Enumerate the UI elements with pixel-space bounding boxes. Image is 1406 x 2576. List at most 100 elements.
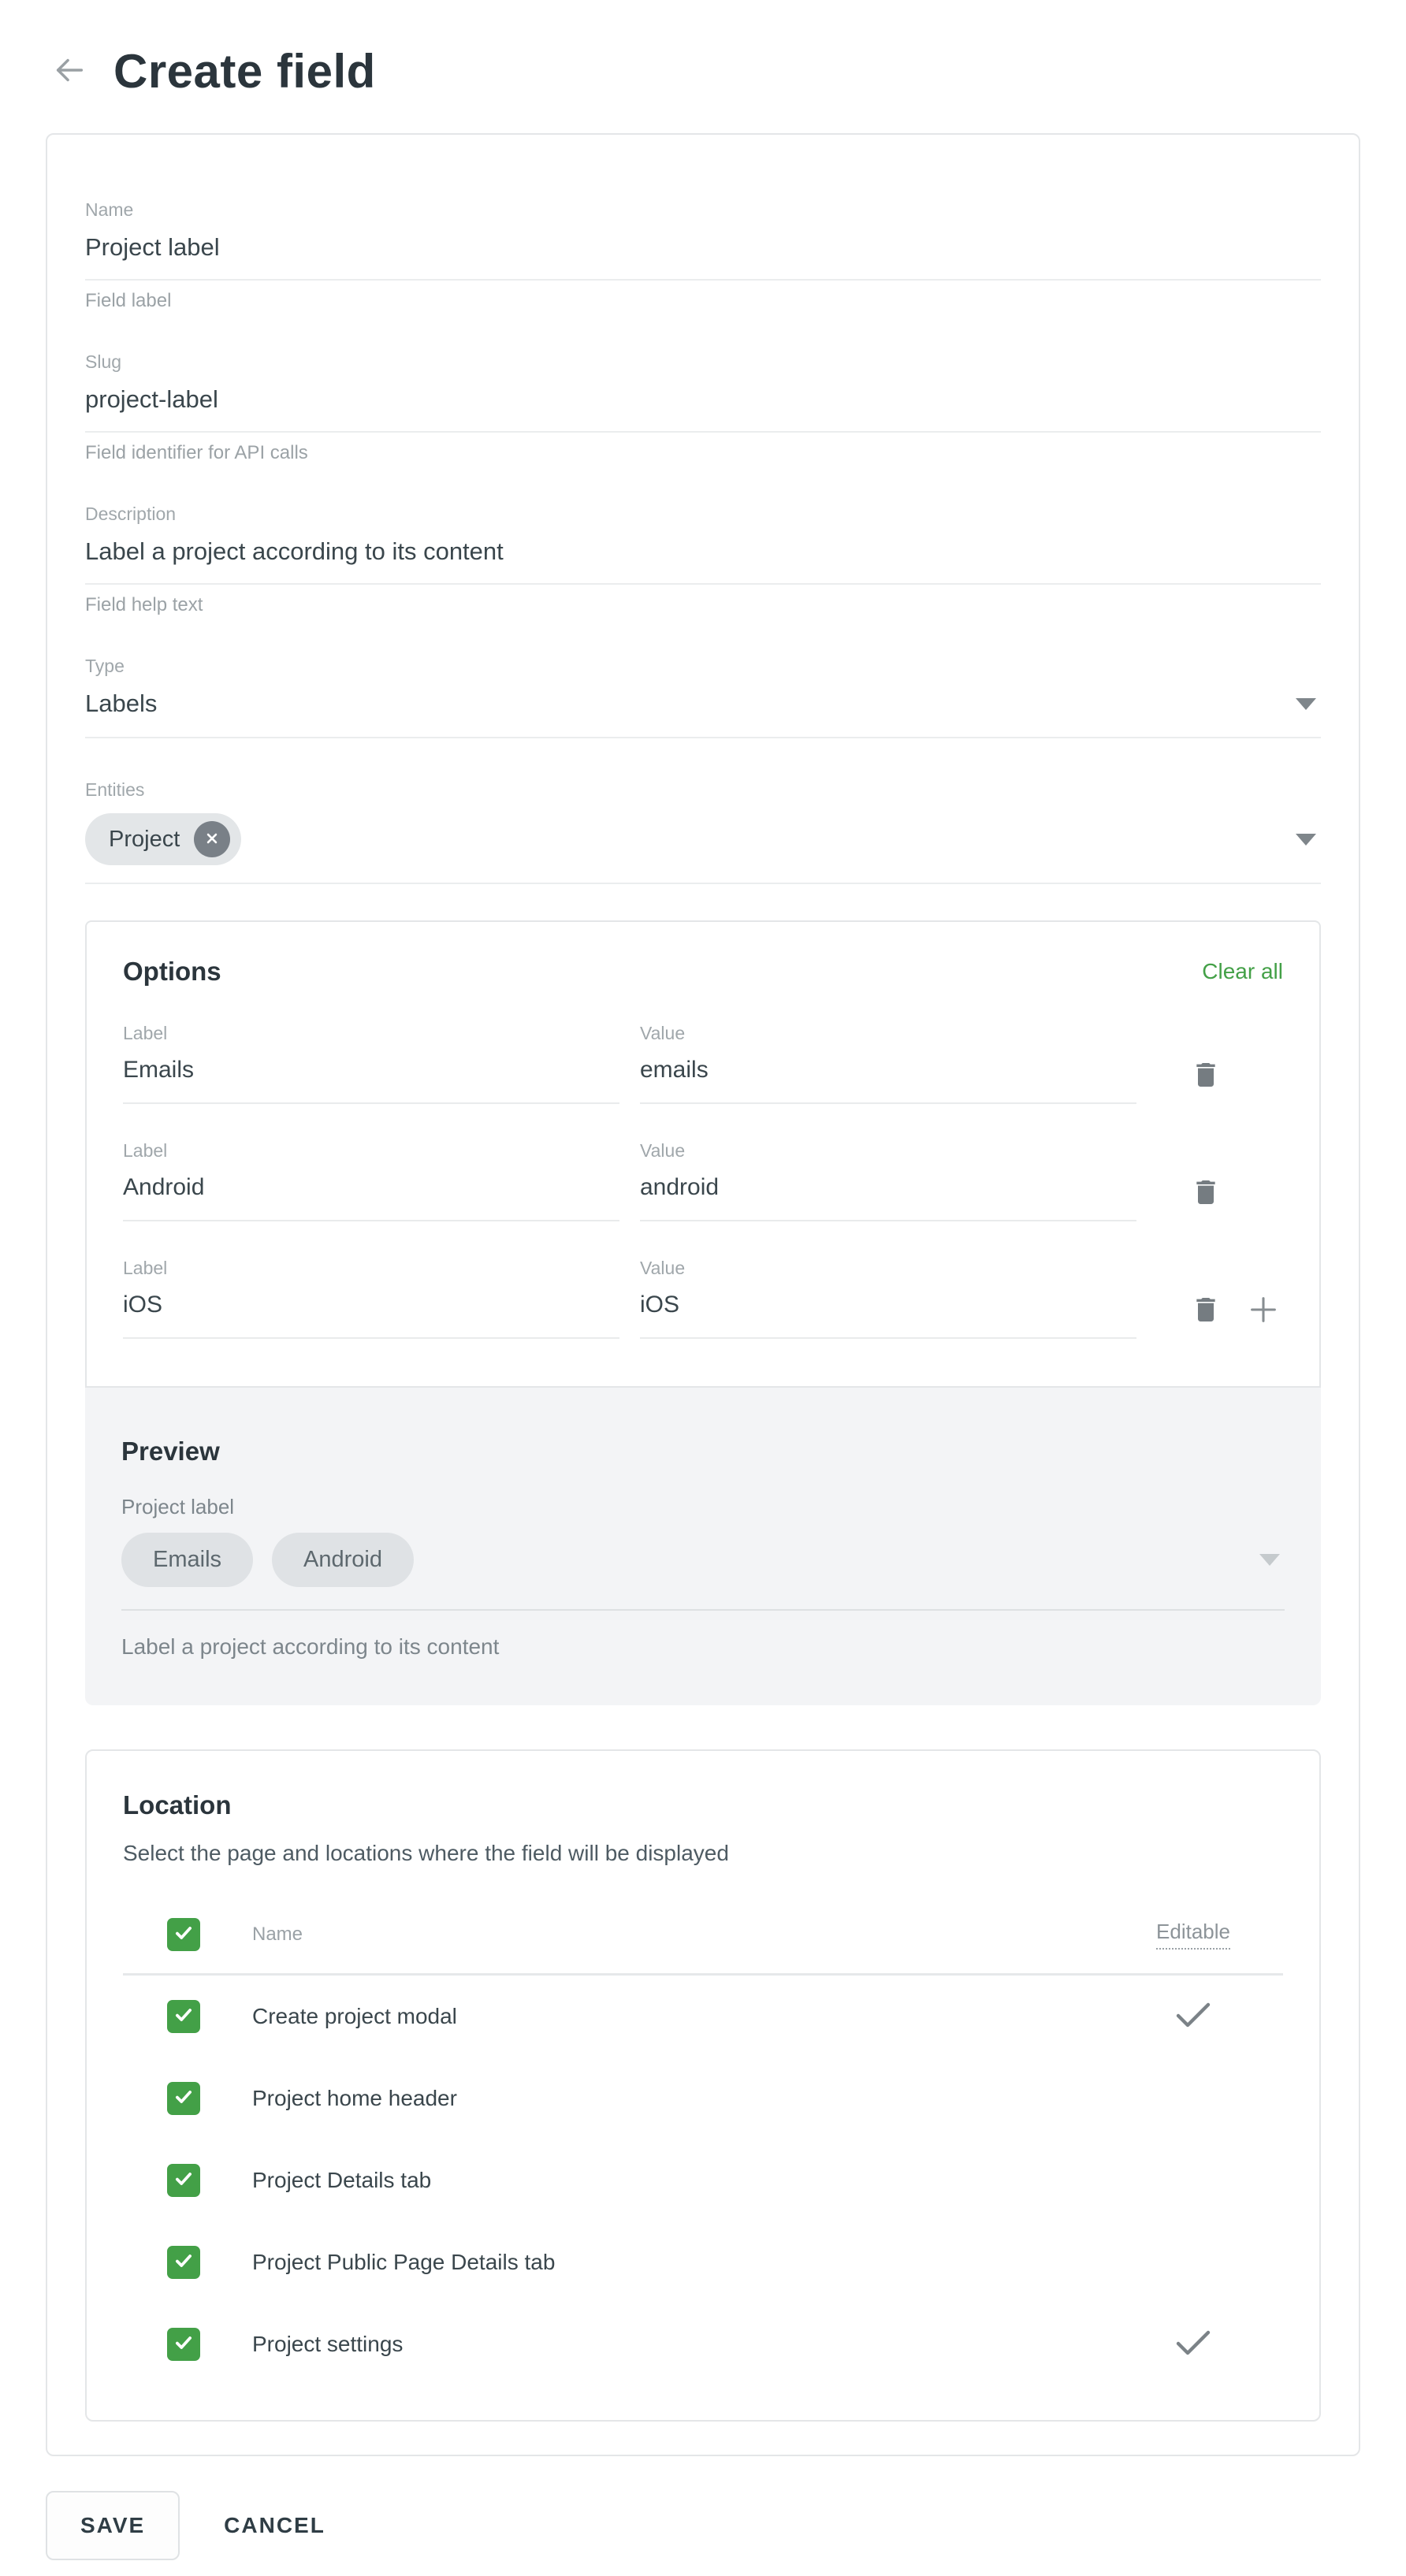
location-table-header: Name Editable	[123, 1918, 1283, 1976]
option-value-col: Value	[640, 1024, 1136, 1104]
check-icon	[172, 2249, 195, 2277]
location-checkbox[interactable]	[167, 2082, 200, 2115]
add-option-button[interactable]	[1245, 1292, 1281, 1330]
option-label-col: Label	[123, 1024, 619, 1104]
option-row-actions	[1190, 1165, 1222, 1221]
caret-down-icon	[1259, 1554, 1280, 1566]
preview-title: Preview	[121, 1437, 1285, 1466]
page-header: Create field	[0, 0, 1406, 99]
cancel-button[interactable]: CANCEL	[216, 2492, 333, 2559]
trash-icon	[1190, 1059, 1222, 1093]
save-button[interactable]: SAVE	[46, 2491, 180, 2560]
type-select-value: Labels	[85, 690, 157, 718]
caret-down-icon	[1296, 834, 1316, 846]
back-button[interactable]	[49, 51, 90, 92]
location-row-editable	[1114, 2002, 1272, 2032]
preview-help-text: Label a project according to its content	[121, 1636, 1285, 1658]
create-field-page: Create field Name Field label Slug Field…	[0, 0, 1406, 2560]
option-label-col: Label	[123, 1259, 619, 1339]
location-row-name: Project Public Page Details tab	[252, 2250, 555, 2275]
location-subtitle: Select the page and locations where the …	[123, 1842, 1283, 1864]
location-title: Location	[123, 1790, 1283, 1820]
option-value-col: Value	[640, 1142, 1136, 1221]
slug-field-helper: Field identifier for API calls	[85, 444, 1321, 463]
description-field-group: Description Field help text	[85, 505, 1321, 615]
description-input[interactable]	[85, 537, 1321, 585]
slug-input[interactable]	[85, 385, 1321, 433]
entity-chip-project: Project	[85, 813, 241, 865]
page-title: Create field	[113, 44, 376, 99]
location-checkbox[interactable]	[167, 2164, 200, 2197]
check-icon	[172, 2331, 195, 2359]
type-field-group: Type Labels	[85, 657, 1321, 738]
option-row: Label Value	[123, 1024, 1283, 1104]
options-section: Options Clear all Label Value	[85, 920, 1321, 1388]
check-icon	[1175, 2002, 1211, 2032]
plus-icon	[1245, 1292, 1281, 1330]
name-field-helper: Field label	[85, 292, 1321, 310]
name-field-group: Name Field label	[85, 201, 1321, 310]
name-input[interactable]	[85, 233, 1321, 281]
column-header-editable-wrap: Editable	[1114, 1920, 1272, 1950]
option-value-input[interactable]	[640, 1174, 1136, 1221]
option-value-input[interactable]	[640, 1292, 1136, 1339]
location-table: Name Editable Create project moda	[123, 1918, 1283, 2385]
option-label-input[interactable]	[123, 1292, 619, 1339]
form-actions: SAVE CANCEL	[46, 2491, 1360, 2560]
option-label-caption: Label	[123, 1142, 619, 1160]
location-row: Project Public Page Details tab	[123, 2221, 1283, 2303]
entity-chip-label: Project	[109, 827, 180, 853]
check-icon	[172, 2167, 195, 2195]
slug-field-label: Slug	[85, 353, 1321, 371]
option-value-col: Value	[640, 1259, 1136, 1339]
option-label-caption: Label	[123, 1259, 619, 1277]
location-row-editable	[1114, 2329, 1272, 2360]
options-header: Options Clear all	[123, 957, 1283, 987]
option-value-input[interactable]	[640, 1057, 1136, 1104]
option-label-input[interactable]	[123, 1057, 619, 1104]
check-icon	[172, 2085, 195, 2113]
location-row: Project home header	[123, 2057, 1283, 2139]
delete-option-button[interactable]	[1190, 1294, 1222, 1328]
option-row: Label Value	[123, 1142, 1283, 1221]
preview-field-label: Project label	[121, 1496, 1285, 1517]
option-label-caption: Label	[123, 1024, 619, 1043]
location-row-name: Project settings	[252, 2332, 403, 2357]
delete-option-button[interactable]	[1190, 1176, 1222, 1210]
remove-entity-button[interactable]	[194, 821, 230, 857]
option-value-caption: Value	[640, 1024, 1136, 1043]
location-row-name: Create project modal	[252, 2004, 457, 2029]
options-title: Options	[123, 957, 221, 987]
location-checkbox[interactable]	[167, 2000, 200, 2033]
description-field-label: Description	[85, 505, 1321, 523]
trash-icon	[1190, 1294, 1222, 1328]
location-checkbox[interactable]	[167, 2328, 200, 2361]
location-row: Create project modal	[123, 1976, 1283, 2057]
clear-all-link[interactable]: Clear all	[1202, 959, 1283, 984]
type-field-label: Type	[85, 657, 1321, 675]
column-header-editable: Editable	[1156, 1920, 1230, 1950]
name-field-label: Name	[85, 201, 1321, 219]
entities-select[interactable]: Project	[85, 813, 1321, 884]
delete-option-button[interactable]	[1190, 1059, 1222, 1093]
option-row-actions	[1190, 1283, 1281, 1339]
option-value-caption: Value	[640, 1259, 1136, 1277]
create-field-card: Name Field label Slug Field identifier f…	[46, 133, 1360, 2456]
option-value-caption: Value	[640, 1142, 1136, 1160]
location-row: Project Details tab	[123, 2139, 1283, 2221]
option-label-col: Label	[123, 1142, 619, 1221]
preview-section: Preview Project label Emails Android Lab…	[85, 1388, 1321, 1705]
check-icon	[1175, 2329, 1211, 2360]
type-select[interactable]: Labels	[85, 690, 1321, 738]
close-icon	[203, 830, 221, 849]
option-label-input[interactable]	[123, 1174, 619, 1221]
location-checkbox[interactable]	[167, 2246, 200, 2279]
select-all-checkbox[interactable]	[167, 1918, 200, 1951]
slug-field-group: Slug Field identifier for API calls	[85, 353, 1321, 463]
location-section: Location Select the page and locations w…	[85, 1749, 1321, 2422]
column-header-name: Name	[252, 1924, 303, 1946]
description-field-helper: Field help text	[85, 596, 1321, 615]
check-icon	[172, 2003, 195, 2031]
preview-labels-select[interactable]: Emails Android	[121, 1533, 1285, 1611]
check-icon	[172, 1921, 195, 1949]
